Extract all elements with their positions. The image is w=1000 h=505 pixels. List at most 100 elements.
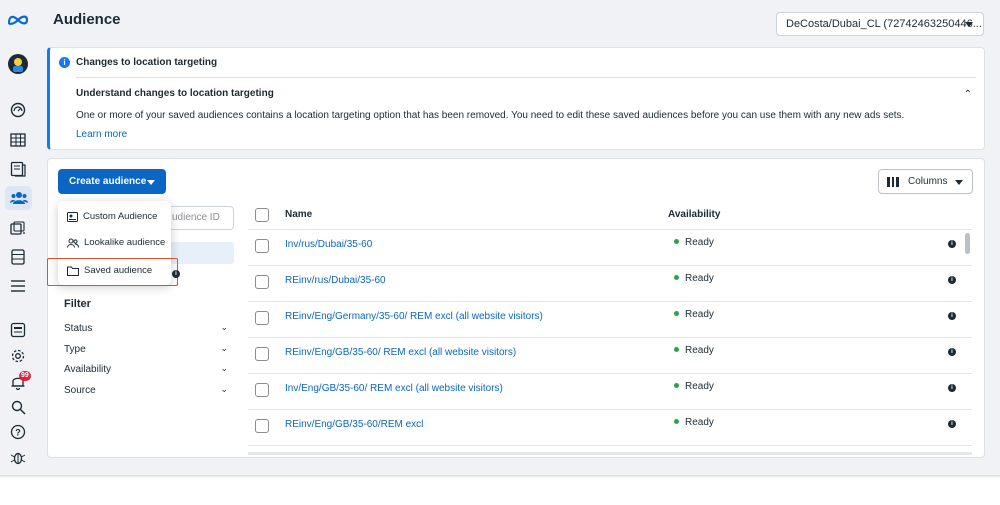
table-row-name[interactable]: REinv/Eng/Germany/35-60/ REM excl (all w…: [285, 311, 543, 322]
status-badge: Ready: [674, 345, 714, 356]
status-dot: [674, 347, 679, 352]
custom-audience-icon: [67, 211, 78, 222]
lookalike-audience-icon: [67, 238, 79, 248]
row-checkbox[interactable]: [255, 275, 269, 289]
search-input[interactable]: udience ID: [160, 206, 234, 230]
ads-library-icon[interactable]: [9, 219, 27, 237]
info-icon[interactable]: i: [948, 420, 956, 428]
status-badge: Ready: [674, 237, 714, 248]
chevron-down-icon: ⌄: [220, 363, 228, 373]
table-row-name[interactable]: REinv/rus/Dubai/35-60: [285, 275, 386, 286]
column-header-name[interactable]: Name: [285, 209, 312, 220]
row-divider: [248, 301, 972, 302]
menu-icon[interactable]: [9, 277, 27, 295]
filter-item-source[interactable]: Source ⌄: [64, 384, 228, 396]
help-icon[interactable]: ?: [9, 423, 27, 441]
chevron-down-icon: ⌄: [220, 343, 228, 353]
bug-icon[interactable]: [9, 448, 27, 466]
database-icon[interactable]: [9, 248, 27, 266]
table-row-name[interactable]: REinv/Eng/GB/35-60/REM excl: [285, 419, 423, 430]
status-badge: Ready: [674, 417, 714, 428]
notice-subtitle[interactable]: Understand changes to location targeting: [76, 88, 274, 99]
filter-item-label: Availability: [64, 364, 112, 375]
chevron-down-icon[interactable]: [955, 180, 963, 185]
row-divider: [248, 445, 972, 446]
learn-more-link[interactable]: Learn more: [76, 129, 127, 140]
info-icon[interactable]: i: [948, 240, 956, 248]
info-icon[interactable]: i: [948, 348, 956, 356]
create-audience-label: Create audience: [69, 176, 147, 187]
audience-panel: [47, 158, 985, 458]
row-divider: [248, 337, 972, 338]
filter-item-label: Status: [64, 323, 93, 334]
search-icon[interactable]: [9, 398, 27, 416]
info-icon[interactable]: i: [948, 276, 956, 284]
menu-item-label: Lookalike audience: [84, 237, 166, 248]
row-divider: [248, 409, 972, 410]
row-divider: [248, 265, 972, 266]
info-icon[interactable]: i: [172, 270, 180, 278]
filter-item-type[interactable]: Type ⌄: [64, 343, 228, 355]
status-label: Ready: [685, 309, 714, 320]
filter-item-availability[interactable]: Availability ⌄: [64, 363, 228, 375]
status-badge: Ready: [674, 273, 714, 284]
chevron-up-icon[interactable]: ⌃: [964, 89, 972, 100]
chevron-down-icon[interactable]: [965, 22, 973, 27]
table-row-name[interactable]: REinv/Eng/GB/35-60/ REM excl (all websit…: [285, 347, 516, 358]
row-checkbox[interactable]: [255, 311, 269, 325]
avatar[interactable]: [8, 54, 28, 74]
table-row-name[interactable]: Inv/rus/Dubai/35-60: [285, 239, 372, 250]
notice-divider: [76, 77, 976, 78]
status-dot: [674, 311, 679, 316]
bottom-strip: [0, 475, 1000, 505]
horizontal-scrollbar[interactable]: [248, 452, 972, 455]
info-icon: i: [59, 57, 70, 68]
info-icon[interactable]: i: [948, 384, 956, 392]
pages-icon[interactable]: [9, 160, 27, 178]
bottom-divider: [0, 475, 1000, 478]
row-divider: [248, 373, 972, 374]
selected-filter-row[interactable]: [170, 242, 234, 264]
columns-label: Columns: [908, 176, 948, 187]
menu-item-lookalike-audience[interactable]: Lookalike audience: [67, 237, 165, 248]
header-divider: [248, 229, 972, 230]
select-all-checkbox[interactable]: [255, 208, 269, 222]
saved-audience-highlight: [47, 258, 178, 286]
menu-item-label: Custom Audience: [83, 211, 158, 222]
account-selector[interactable]: DeCosta/Dubai_CL (72742463250446...: [776, 12, 984, 36]
account-selector-label: DeCosta/Dubai_CL (72742463250446...: [786, 18, 982, 30]
chevron-down-icon[interactable]: [147, 180, 155, 185]
status-label: Ready: [685, 273, 714, 284]
notice-body: One or more of your saved audiences cont…: [76, 110, 905, 121]
row-checkbox[interactable]: [255, 347, 269, 361]
row-checkbox[interactable]: [255, 239, 269, 253]
row-checkbox[interactable]: [255, 383, 269, 397]
status-dot: [674, 419, 679, 424]
table-grid-icon[interactable]: [9, 131, 27, 149]
meta-logo-icon[interactable]: [8, 11, 28, 29]
status-badge: Ready: [674, 381, 714, 392]
filter-item-label: Source: [64, 385, 96, 396]
page-title: Audience: [53, 11, 121, 28]
status-dot: [674, 383, 679, 388]
column-header-availability[interactable]: Availability: [668, 209, 720, 220]
chevron-down-icon: ⌄: [220, 322, 228, 332]
chevron-down-icon: ⌄: [220, 384, 228, 394]
audience-icon[interactable]: [5, 186, 32, 210]
info-icon[interactable]: i: [948, 312, 956, 320]
status-label: Ready: [685, 345, 714, 356]
status-label: Ready: [685, 237, 714, 248]
menu-item-custom-audience[interactable]: Custom Audience: [67, 211, 157, 222]
status-badge: Ready: [674, 309, 714, 320]
filter-item-status[interactable]: Status ⌄: [64, 322, 228, 334]
settings-gear-icon[interactable]: [9, 347, 27, 365]
row-checkbox[interactable]: [255, 419, 269, 433]
page-icon[interactable]: [9, 321, 27, 339]
notice-title: Changes to location targeting: [76, 57, 218, 68]
left-nav-rail: 99 ?: [0, 0, 37, 475]
location-targeting-notice: i Changes to location targeting Understa…: [47, 47, 985, 150]
filter-title: Filter: [64, 298, 91, 310]
vertical-scrollbar[interactable]: [965, 233, 970, 254]
table-row-name[interactable]: Inv/Eng/GB/35-60/ REM excl (all website …: [285, 383, 503, 394]
speedometer-icon[interactable]: [9, 101, 27, 119]
